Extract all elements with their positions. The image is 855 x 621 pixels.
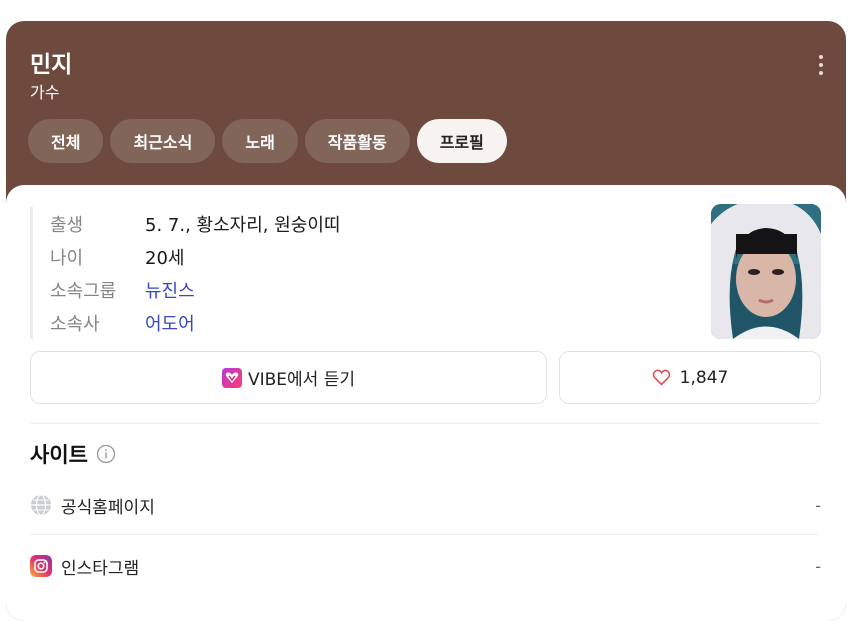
instagram-icon xyxy=(30,555,52,577)
person-name: 민지 xyxy=(30,52,73,78)
like-count: 1,847 xyxy=(679,367,729,388)
info-key: 나이 xyxy=(50,247,84,269)
info-row-agency: 소속사 어도어 xyxy=(50,306,340,339)
info-row-group: 소속그룹 뉴진스 xyxy=(50,273,340,306)
site-label: 공식홈페이지 xyxy=(61,497,155,518)
divider xyxy=(30,534,820,535)
site-label: 인스타그램 xyxy=(61,558,140,579)
info-row-age: 나이 20세 xyxy=(50,240,340,273)
tab-recent-news[interactable]: 최근소식 xyxy=(110,119,216,163)
profile-card: 민지 가수 전체 최근소식 노래 작품활동 프로필 출생 5. 7., 황소자리… xyxy=(6,21,846,621)
tab-profile[interactable]: 프로필 xyxy=(416,119,507,163)
info-key: 출생 xyxy=(50,214,84,236)
info-key: 소속사 xyxy=(50,313,100,335)
like-button[interactable]: 1,847 xyxy=(559,351,821,404)
more-vertical-icon[interactable] xyxy=(818,55,824,75)
divider xyxy=(30,423,820,424)
vibe-listen-label: VIBE에서 듣기 xyxy=(247,370,355,390)
info-row-birth: 출생 5. 7., 황소자리, 원숭이띠 xyxy=(50,207,340,240)
tab-songs[interactable]: 노래 xyxy=(222,119,298,163)
group-link[interactable]: 뉴진스 xyxy=(145,277,195,303)
vibe-listen-button[interactable]: VIBE에서 듣기 xyxy=(30,351,547,404)
profile-photo[interactable] xyxy=(711,204,821,339)
globe-icon xyxy=(30,494,52,516)
site-row-instagram[interactable]: 인스타그램 - xyxy=(30,551,821,581)
profile-content: 출생 5. 7., 황소자리, 원숭이띠 나이 20세 소속그룹 뉴진스 소속사… xyxy=(6,185,846,621)
info-value: 5. 7., 황소자리, 원숭이띠 xyxy=(145,214,341,236)
info-icon[interactable] xyxy=(96,444,116,464)
site-value: - xyxy=(815,495,821,515)
tab-all[interactable]: 전체 xyxy=(28,119,104,163)
agency-link[interactable]: 어도어 xyxy=(145,310,195,336)
card-header: 민지 가수 전체 최근소식 노래 작품활동 프로필 xyxy=(6,21,846,185)
sites-section-title: 사이트 xyxy=(30,439,116,469)
info-key: 소속그룹 xyxy=(50,280,117,302)
person-occupation: 가수 xyxy=(30,83,60,102)
site-value: - xyxy=(815,556,821,576)
site-row-official-homepage[interactable]: 공식홈페이지 - xyxy=(30,490,821,520)
sites-title-text: 사이트 xyxy=(30,443,88,467)
heart-icon xyxy=(652,369,670,386)
tab-works[interactable]: 작품활동 xyxy=(304,119,410,163)
vibe-logo-icon xyxy=(221,367,242,388)
info-value: 20세 xyxy=(145,247,185,269)
tab-bar: 전체 최근소식 노래 작품활동 프로필 xyxy=(28,119,507,163)
profile-info: 출생 5. 7., 황소자리, 원숭이띠 나이 20세 소속그룹 뉴진스 소속사… xyxy=(30,207,340,339)
